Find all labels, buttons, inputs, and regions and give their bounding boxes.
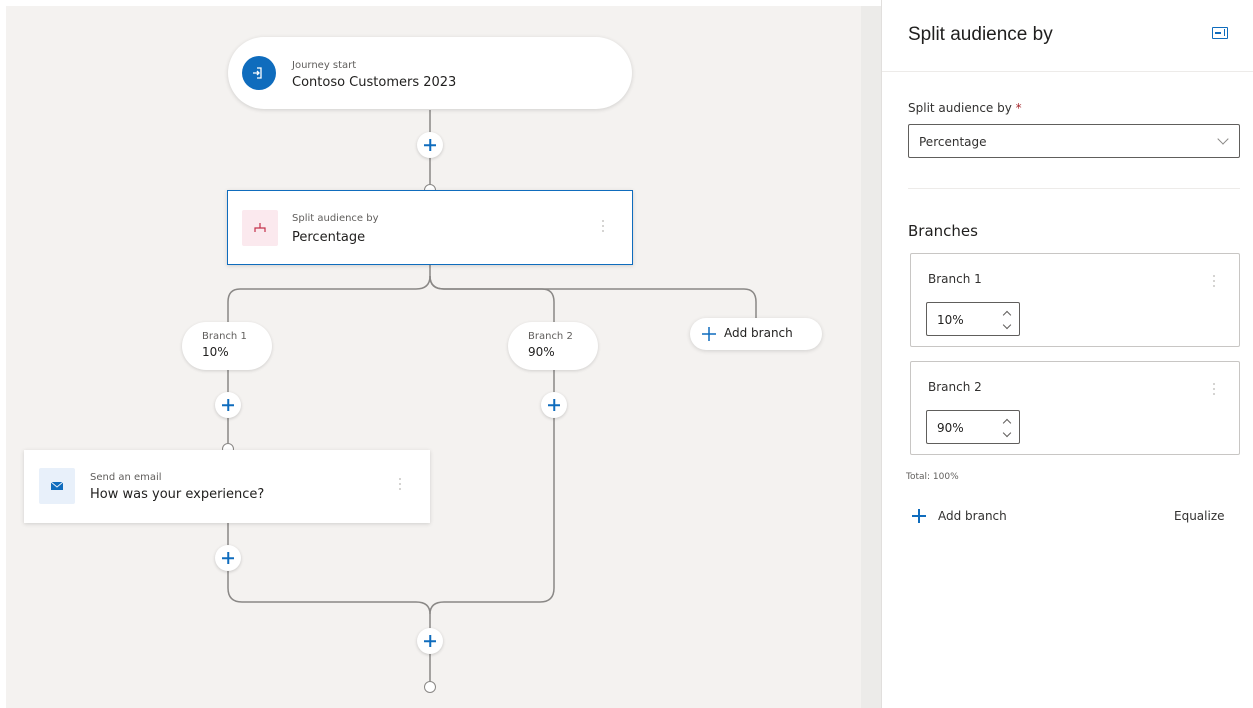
split-node-subtitle: Split audience by <box>292 213 379 224</box>
split-icon <box>242 210 278 246</box>
add-step-button[interactable] <box>541 392 567 418</box>
branch-1-card: Branch 1 10% <box>910 253 1240 347</box>
split-node-title: Percentage <box>292 230 366 245</box>
branch-2-percentage-input[interactable]: 90% <box>926 410 1020 444</box>
branch-name: Branch 1 <box>202 331 247 342</box>
panel-title: Split audience by <box>908 24 1053 45</box>
branch-percentage: 10% <box>202 345 229 359</box>
add-step-button[interactable] <box>215 545 241 571</box>
add-branch-label: Add branch <box>938 509 1007 523</box>
branches-heading: Branches <box>908 222 978 240</box>
connector-lines <box>227 110 757 682</box>
split-audience-node[interactable]: Split audience by Percentage <box>227 190 633 265</box>
add-step-button[interactable] <box>215 392 241 418</box>
add-branch-canvas-button[interactable]: Add branch <box>690 318 822 350</box>
chevron-down-icon <box>1217 133 1229 145</box>
branch-name: Branch 2 <box>528 331 573 342</box>
increment-icon[interactable] <box>1002 310 1012 320</box>
connector-dot <box>424 681 436 693</box>
add-branch-canvas-label: Add branch <box>724 326 793 340</box>
more-options-icon[interactable] <box>601 220 605 234</box>
email-node-subtitle: Send an email <box>90 472 162 483</box>
equalize-button[interactable]: Equalize <box>1174 509 1225 523</box>
add-step-button[interactable] <box>417 628 443 654</box>
add-step-button[interactable] <box>417 132 443 158</box>
journey-start-subtitle: Journey start <box>292 60 357 71</box>
journey-canvas: Journey start Contoso Customers 2023 Spl… <box>6 6 861 708</box>
panel-divider <box>882 71 1253 72</box>
branch-1-percentage-input[interactable]: 10% <box>926 302 1020 336</box>
more-options-icon[interactable] <box>1212 383 1216 397</box>
branch-card-title: Branch 1 <box>928 272 982 286</box>
decrement-icon[interactable] <box>1002 428 1012 438</box>
split-by-dropdown[interactable]: Percentage <box>908 124 1240 158</box>
canvas-scroll-gutter <box>861 6 881 708</box>
total-percentage: Total: 100% <box>906 472 959 482</box>
more-options-icon[interactable] <box>1212 275 1216 289</box>
spin-value: 90% <box>937 421 964 435</box>
plus-icon <box>912 509 926 523</box>
branch-card-title: Branch 2 <box>928 380 982 394</box>
required-mark: * <box>1015 101 1022 115</box>
email-node-title: How was your experience? <box>90 487 265 502</box>
journey-start-node[interactable]: Journey start Contoso Customers 2023 <box>228 37 632 109</box>
properties-panel: Split audience by Split audience by * Pe… <box>881 0 1253 708</box>
decrement-icon[interactable] <box>1002 320 1012 330</box>
journey-start-title: Contoso Customers 2023 <box>292 75 457 90</box>
split-by-selected: Percentage <box>919 135 987 149</box>
more-options-icon[interactable] <box>398 478 402 492</box>
increment-icon[interactable] <box>1002 418 1012 428</box>
split-field-label: Split audience by * <box>908 101 1022 115</box>
collapse-panel-icon[interactable] <box>1212 27 1228 39</box>
spin-value: 10% <box>937 313 964 327</box>
send-email-node[interactable]: Send an email How was your experience? <box>24 450 430 523</box>
email-icon <box>39 468 75 504</box>
branch-1-pill[interactable]: Branch 1 10% <box>182 322 272 370</box>
branch-percentage: 90% <box>528 345 555 359</box>
journey-start-icon <box>242 56 276 90</box>
branch-2-card: Branch 2 90% <box>910 361 1240 455</box>
plus-icon <box>702 326 716 341</box>
section-divider <box>908 188 1240 189</box>
branch-2-pill[interactable]: Branch 2 90% <box>508 322 598 370</box>
